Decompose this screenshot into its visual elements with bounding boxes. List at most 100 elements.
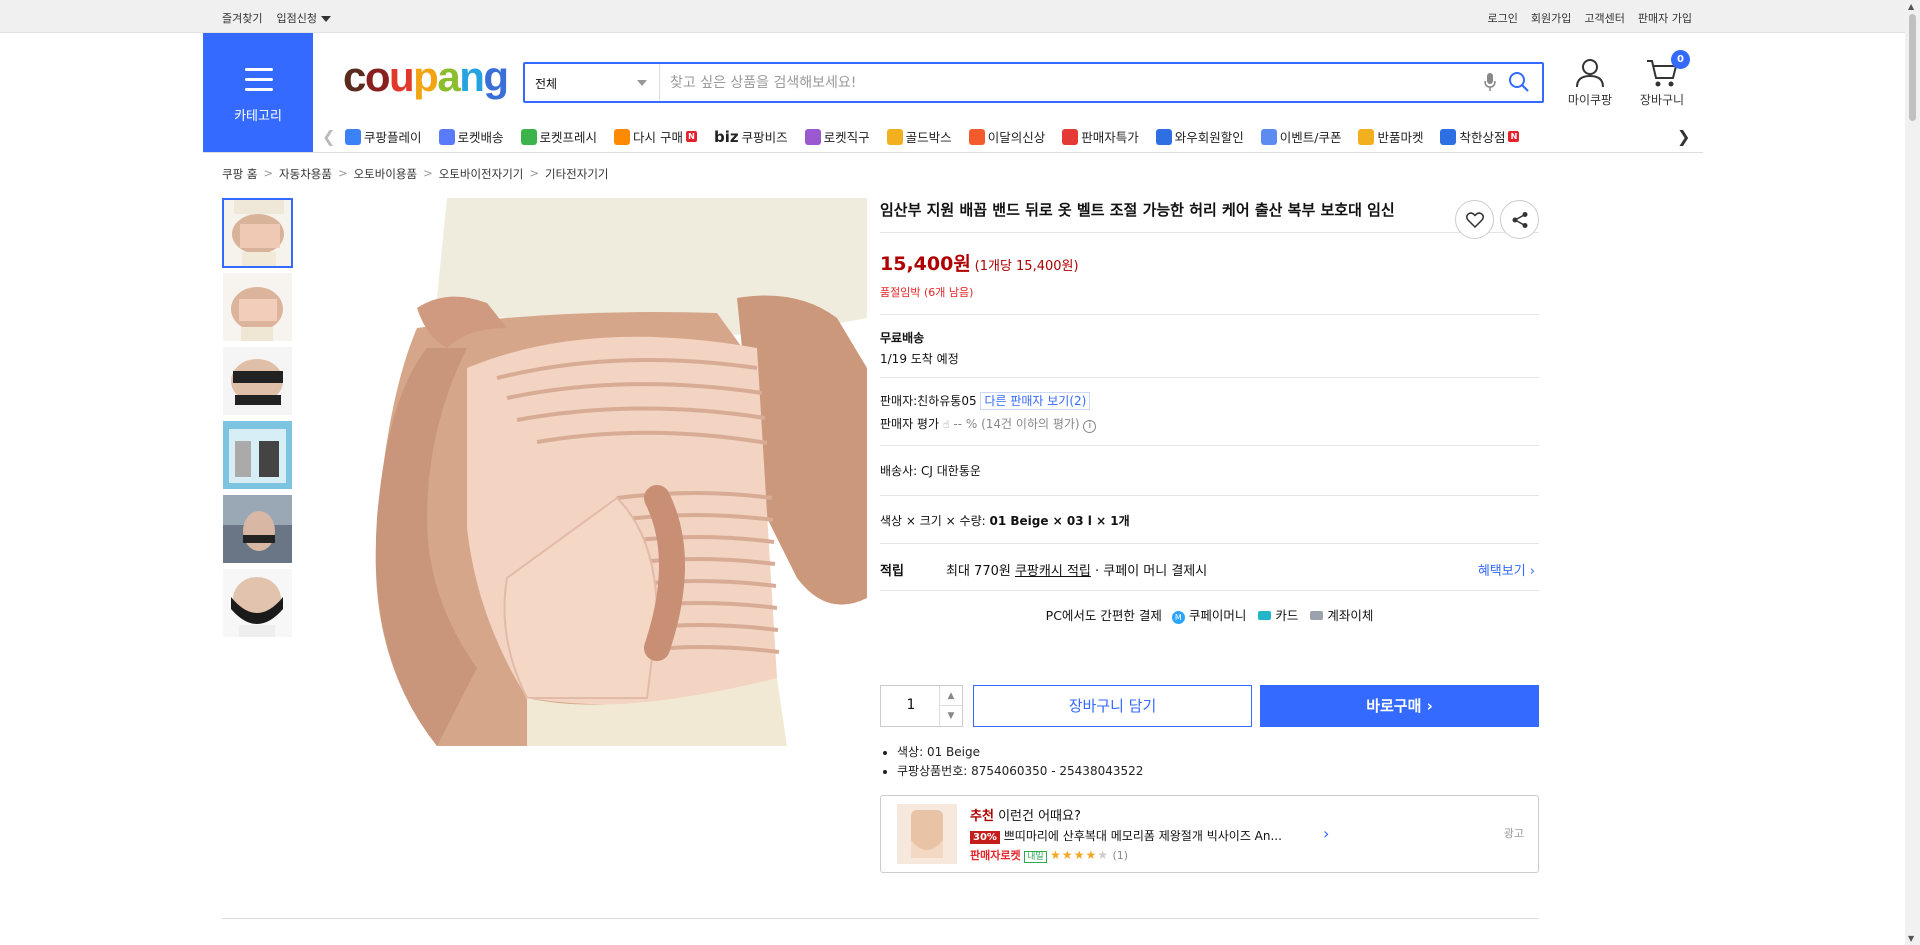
detail-product-number: 쿠팡상품번호: 8754060350 - 25438043522 [897,762,1143,781]
rocket-icon [438,128,455,145]
share-icon [1512,211,1527,228]
signup-link[interactable]: 회원가입 [1531,10,1571,26]
rocket-fresh-icon [520,128,537,145]
carrier-label: 배송사: [880,464,918,478]
breadcrumb-separator-icon: > [263,166,274,180]
other-sellers-link[interactable]: 다른 판매자 보기(2) [980,392,1091,410]
nav-item-3[interactable]: 다시 구매 N [614,127,698,146]
nav-item-label: 이벤트/쿠폰 [1279,130,1342,145]
customer-center-link[interactable]: 고객센터 [1584,10,1624,26]
nav-item-7[interactable]: 이달의신상 [968,127,1045,146]
microphone-icon[interactable] [1483,72,1497,95]
quantity-up-icon[interactable]: ▲ [940,686,962,706]
product-details-list: 색상: 01 Beige 쿠팡상품번호: 8754060350 - 254380… [897,743,1143,781]
mycoupang-label: 마이쿠팡 [1567,93,1613,107]
buy-now-button[interactable]: 바로구매 › [1260,685,1539,727]
mycoupang-button[interactable]: 마이쿠팡 [1560,58,1620,108]
seller-name[interactable]: 친하유통05 [917,394,976,408]
quantity-value[interactable]: 1 [881,697,941,713]
pay-method-bank: 계좌이체 [1327,608,1374,623]
thumbnail-4[interactable] [222,420,293,490]
nav-item-label: 쿠팡플레이 [364,130,422,145]
nav-prev-icon[interactable]: ❮ [322,127,335,146]
category-nav: ❮ 쿠팡플레이 로켓배송 로켓프레시 다시 구매 N biz 쿠팡비즈 로켓직구 골드박스 이달의… [320,122,1690,152]
pay-method-card: 카드 [1275,608,1299,623]
chevron-right-icon: › [1426,697,1433,715]
cart-button[interactable]: 장바구니 0 [1632,50,1692,108]
thumbnail-5[interactable] [222,494,293,564]
thumbnail-6[interactable] [222,568,293,638]
benefit-link[interactable]: 혜택보기 › [1478,560,1535,579]
search-scope-value: 전체 [535,77,558,91]
breadcrumb-motorcycle[interactable]: 오토바이용품 [354,166,417,182]
favorite-button[interactable] [1455,200,1494,239]
seller-apply-dropdown[interactable]: 입점신청 [276,10,331,26]
nav-item-4[interactable]: biz 쿠팡비즈 [714,127,788,146]
nav-item-0[interactable]: 쿠팡플레이 [345,127,422,146]
search-input[interactable] [670,70,1470,96]
nav-item-2[interactable]: 로켓프레시 [520,127,598,146]
breadcrumb-automotive[interactable]: 자동차용품 [279,166,332,182]
nav-item-8[interactable]: 판매자특가 [1062,127,1139,146]
nav-next-icon[interactable]: ❯ [1677,127,1690,146]
info-icon[interactable]: i [1083,420,1097,433]
page-scrollbar[interactable]: ▲ ▼ [1905,0,1920,945]
coupang-cash-link[interactable]: 쿠팡캐시 적립 [1015,564,1091,579]
quantity-stepper[interactable]: 1 ▲ ▼ [880,685,963,727]
search-scope-select[interactable]: 전체 [525,64,660,101]
main-product-image[interactable] [357,198,867,746]
chevron-right-icon[interactable]: › [1323,824,1329,843]
nav-item-11[interactable]: 반품마켓 [1358,127,1423,146]
seller-rating-label: 판매자 평가 [880,417,940,431]
nav-item-10[interactable]: 이벤트/쿠폰 [1260,127,1342,146]
breadcrumb-separator-icon: > [337,166,348,180]
scroll-down-icon[interactable]: ▼ [1908,934,1914,943]
add-to-cart-button[interactable]: 장바구니 담기 [973,685,1252,727]
rebuy-icon [614,128,631,145]
category-button[interactable]: 카테고리 [203,33,313,153]
carrier-name: CJ 대한통운 [921,464,981,478]
nav-item-1[interactable]: 로켓배송 [438,127,504,146]
person-icon [1576,59,1604,88]
favorites-link[interactable]: 즐겨찾기 [222,10,262,26]
nav-item-label: 쿠팡비즈 [741,130,788,145]
quantity-down-icon[interactable]: ▼ [940,706,962,726]
thumbnail-3[interactable] [222,346,293,416]
scroll-up-icon[interactable]: ▲ [1908,2,1914,11]
chevron-down-icon [637,80,647,86]
recommend-product-name[interactable]: 쁘띠마리에 산후복대 메모리폼 제왕절개 빅사이즈 An... [1004,829,1282,843]
search-bar: 전체 [523,62,1544,103]
scrollbar-thumb[interactable] [1909,14,1916,121]
breadcrumb-moto-electronics[interactable]: 오토바이전자기기 [439,166,524,182]
nav-item-6[interactable]: 골드박스 [886,127,952,146]
seller-signup-link[interactable]: 판매자 가입 [1638,10,1692,26]
breadcrumb-separator-icon: > [423,166,433,180]
recommend-product-image[interactable] [897,804,957,864]
nav-item-9[interactable]: 와우회원할인 [1155,127,1244,146]
biz-icon: biz [714,127,739,146]
nav-item-label: 골드박스 [905,130,952,145]
tomorrow-tag: 내일 [1024,851,1047,863]
stock-notice: 품절임박 (6개 남음) [880,286,974,299]
share-button[interactable] [1500,200,1539,239]
search-icon[interactable] [1508,71,1530,96]
buy-now-label: 바로구매 [1366,697,1422,715]
nav-item-12[interactable]: 착한상점 N [1440,127,1520,146]
nav-item-label: 와우회원할인 [1174,130,1244,145]
return-market-icon [1358,128,1375,145]
seller-label: 판매자: [880,394,918,408]
thumbnail-1[interactable] [222,198,293,268]
breadcrumb-home[interactable]: 쿠팡 홈 [222,166,257,182]
category-label: 카테고리 [234,109,282,124]
arrival-date: 1/19 도착 예정 [880,352,959,366]
recommend-card[interactable]: 추천 이런건 어때요? 30% 쁘띠마리에 산후복대 메모리폼 제왕절개 빅사이… [880,795,1539,873]
nav-item-label: 로켓프레시 [539,130,598,145]
bank-icon [1310,611,1324,620]
breadcrumb-other-electronics[interactable]: 기타전자기기 [545,166,608,182]
login-link[interactable]: 로그인 [1488,10,1518,26]
nav-item-5[interactable]: 로켓직구 [804,127,870,146]
coupay-money-icon: M [1171,611,1185,624]
thumbnail-2[interactable] [222,272,293,342]
coupang-logo[interactable]: coupang [343,56,509,98]
nav-item-label: 반품마켓 [1377,130,1424,145]
